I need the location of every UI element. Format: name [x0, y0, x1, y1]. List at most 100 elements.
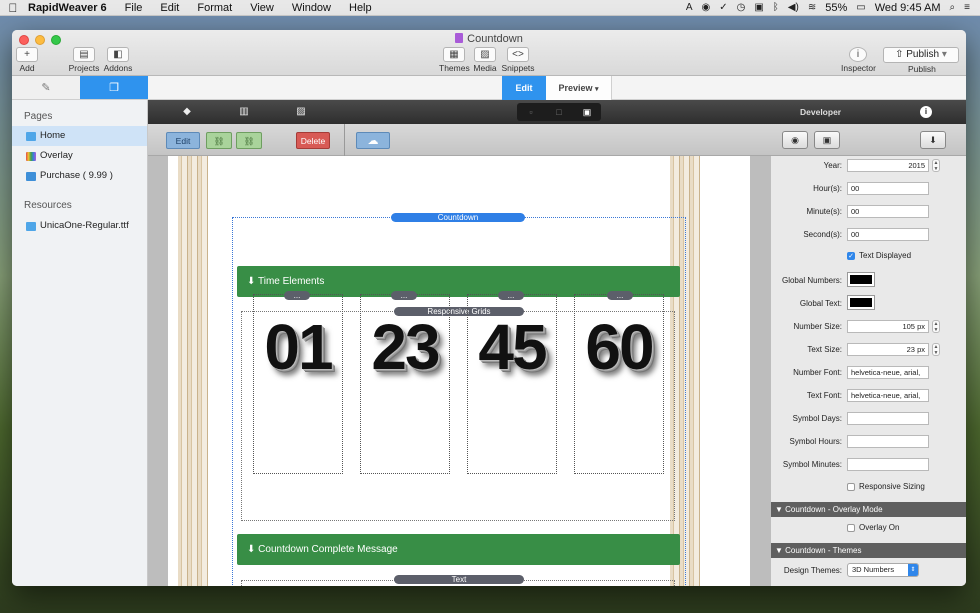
- remove-link-button[interactable]: ⛓: [236, 132, 262, 149]
- addons-button[interactable]: ◧ Addons: [103, 47, 133, 73]
- apple-menu-icon[interactable]: : [0, 1, 26, 15]
- small-device-icon[interactable]: ▫: [517, 103, 545, 121]
- global-numbers-label: Global Numbers:: [781, 276, 842, 285]
- tab-pages[interactable]: ❐: [80, 76, 148, 99]
- eye-icon[interactable]: ◉: [701, 2, 710, 13]
- layout-icon[interactable]: ▥: [238, 106, 250, 117]
- sidebar-item-home[interactable]: Home: [12, 126, 147, 146]
- countdown-number-4: 60: [585, 311, 654, 383]
- global-text-color-well[interactable]: [847, 295, 875, 310]
- resources-header: Resources: [24, 200, 72, 211]
- seconds-field[interactable]: 00: [847, 228, 929, 241]
- tab-preview[interactable]: Preview ▾: [546, 76, 612, 100]
- developer-toolbar: ◉ ▣ ⬇: [770, 124, 966, 156]
- year-stepper[interactable]: ▲ ▼: [932, 159, 940, 172]
- check-icon[interactable]: ✓: [719, 2, 727, 13]
- themes-label: Themes: [439, 63, 470, 73]
- publish-button-label: Publish: [906, 49, 940, 60]
- global-numbers-color-well[interactable]: [847, 272, 875, 287]
- cloud-button[interactable]: ☁: [356, 132, 390, 149]
- text-stack-label[interactable]: Text: [394, 575, 524, 584]
- edit-stack-button[interactable]: Edit: [166, 132, 200, 149]
- minutes-label: Minute(s):: [806, 207, 842, 216]
- publish-caption: Publish: [908, 64, 936, 74]
- design-themes-label: Design Themes:: [783, 566, 842, 575]
- menu-window[interactable]: Window: [283, 2, 340, 14]
- tab-edit[interactable]: Edit: [502, 76, 546, 100]
- grid-cell-3-label[interactable]: ...: [498, 291, 524, 300]
- view-tabs: Edit Preview ▾: [148, 76, 966, 100]
- medium-device-icon[interactable]: □: [545, 103, 573, 121]
- sidebar-item-font-resource[interactable]: UnicaOne-Regular.ttf: [12, 216, 147, 236]
- cube-icon[interactable]: ◆: [181, 106, 193, 117]
- battery-icon[interactable]: ▭: [856, 2, 865, 13]
- symbol-minutes-field[interactable]: [847, 458, 929, 471]
- clock[interactable]: Wed 9:45 AM: [875, 2, 941, 14]
- seconds-row: Second(s): 00: [771, 228, 966, 242]
- snippets-button[interactable]: <> Snippets: [501, 47, 535, 73]
- menu-app-name[interactable]: RapidWeaver 6: [26, 2, 116, 14]
- info-icon[interactable]: i: [920, 106, 932, 118]
- menu-format[interactable]: Format: [188, 2, 241, 14]
- menu-file[interactable]: File: [116, 2, 152, 14]
- themes-button[interactable]: ▦ Themes: [439, 47, 470, 73]
- toolbar-divider: [344, 124, 345, 156]
- tab-tools[interactable]: ✎: [12, 76, 80, 99]
- menu-view[interactable]: View: [241, 2, 283, 14]
- global-numbers-row: Global Numbers:: [771, 272, 966, 288]
- timer-icon[interactable]: ◷: [737, 2, 746, 13]
- bluetooth-icon[interactable]: ᛒ: [773, 2, 779, 13]
- add-link-button[interactable]: ⛓: [206, 132, 232, 149]
- minutes-field[interactable]: 00: [847, 205, 929, 218]
- text-displayed-checkbox[interactable]: ✓ Text Displayed: [847, 251, 911, 260]
- overlay-on-checkbox[interactable]: Overlay On: [847, 523, 899, 532]
- menu-help[interactable]: Help: [340, 2, 381, 14]
- large-device-icon[interactable]: ▣: [573, 103, 601, 121]
- number-font-field[interactable]: helvetica-neue, arial,: [847, 366, 929, 379]
- wifi-icon[interactable]: ≋: [808, 2, 816, 13]
- delete-button[interactable]: Delete: [296, 132, 330, 149]
- publish-button[interactable]: ⇧ Publish ▾: [883, 47, 959, 63]
- inspector-button[interactable]: i Inspector: [841, 47, 876, 73]
- image-icon[interactable]: ▨: [295, 106, 307, 117]
- volume-icon[interactable]: ◀): [788, 2, 799, 13]
- media-button[interactable]: ▨ Media: [472, 47, 498, 73]
- download-button[interactable]: ⬇: [920, 131, 946, 149]
- countdown-stack-label[interactable]: Countdown: [391, 213, 525, 222]
- grid-cell-2-label[interactable]: ...: [391, 291, 417, 300]
- countdown-number-2: 23: [371, 311, 440, 383]
- year-field[interactable]: 2015: [847, 159, 929, 172]
- number-size-field[interactable]: 105 px: [847, 320, 929, 333]
- symbol-days-field[interactable]: [847, 412, 929, 425]
- snippets-label: Snippets: [501, 63, 535, 73]
- menu-edit[interactable]: Edit: [151, 2, 188, 14]
- preview-toggle-button[interactable]: ◉: [782, 131, 808, 149]
- tab-preview-label: Preview: [558, 83, 593, 93]
- grid-cell-1-label[interactable]: ...: [284, 291, 310, 300]
- lock-button[interactable]: ▣: [814, 131, 840, 149]
- complete-message-header[interactable]: ⬇ Countdown Complete Message: [237, 534, 680, 565]
- text-size-field[interactable]: 23 px: [847, 343, 929, 356]
- notification-center-icon[interactable]: ≡: [964, 2, 970, 13]
- media-label: Media: [473, 63, 497, 73]
- projects-button[interactable]: ▤ Projects: [68, 47, 100, 73]
- hours-field[interactable]: 00: [847, 182, 929, 195]
- window-title-text: Countdown: [467, 33, 523, 45]
- sidebar-item-overlay[interactable]: Overlay: [12, 146, 147, 166]
- add-button[interactable]: + Add: [16, 47, 38, 73]
- number-size-stepper[interactable]: ▲ ▼: [932, 320, 940, 333]
- symbol-hours-field[interactable]: [847, 435, 929, 448]
- grid-cell-4-label[interactable]: ...: [607, 291, 633, 300]
- sidebar-item-label: Home: [40, 130, 66, 141]
- adobe-icon[interactable]: A: [686, 2, 693, 13]
- design-themes-select[interactable]: 3D Numbers ⇕: [847, 563, 919, 577]
- responsive-sizing-checkbox[interactable]: Responsive Sizing: [847, 482, 925, 491]
- text-size-stepper[interactable]: ▲ ▼: [932, 343, 940, 356]
- text-font-field[interactable]: helvetica-neue, arial,: [847, 389, 929, 402]
- spotlight-search-icon[interactable]: ⌕: [950, 2, 956, 13]
- purchase-page-icon: [26, 171, 36, 181]
- themes-section-header[interactable]: ▼ Countdown - Themes: [771, 543, 966, 558]
- lock-status-icon[interactable]: ▣: [754, 2, 763, 13]
- overlay-mode-section-header[interactable]: ▼ Countdown - Overlay Mode: [771, 502, 966, 517]
- sidebar-item-purchase[interactable]: Purchase ( 9.99 ): [12, 166, 147, 186]
